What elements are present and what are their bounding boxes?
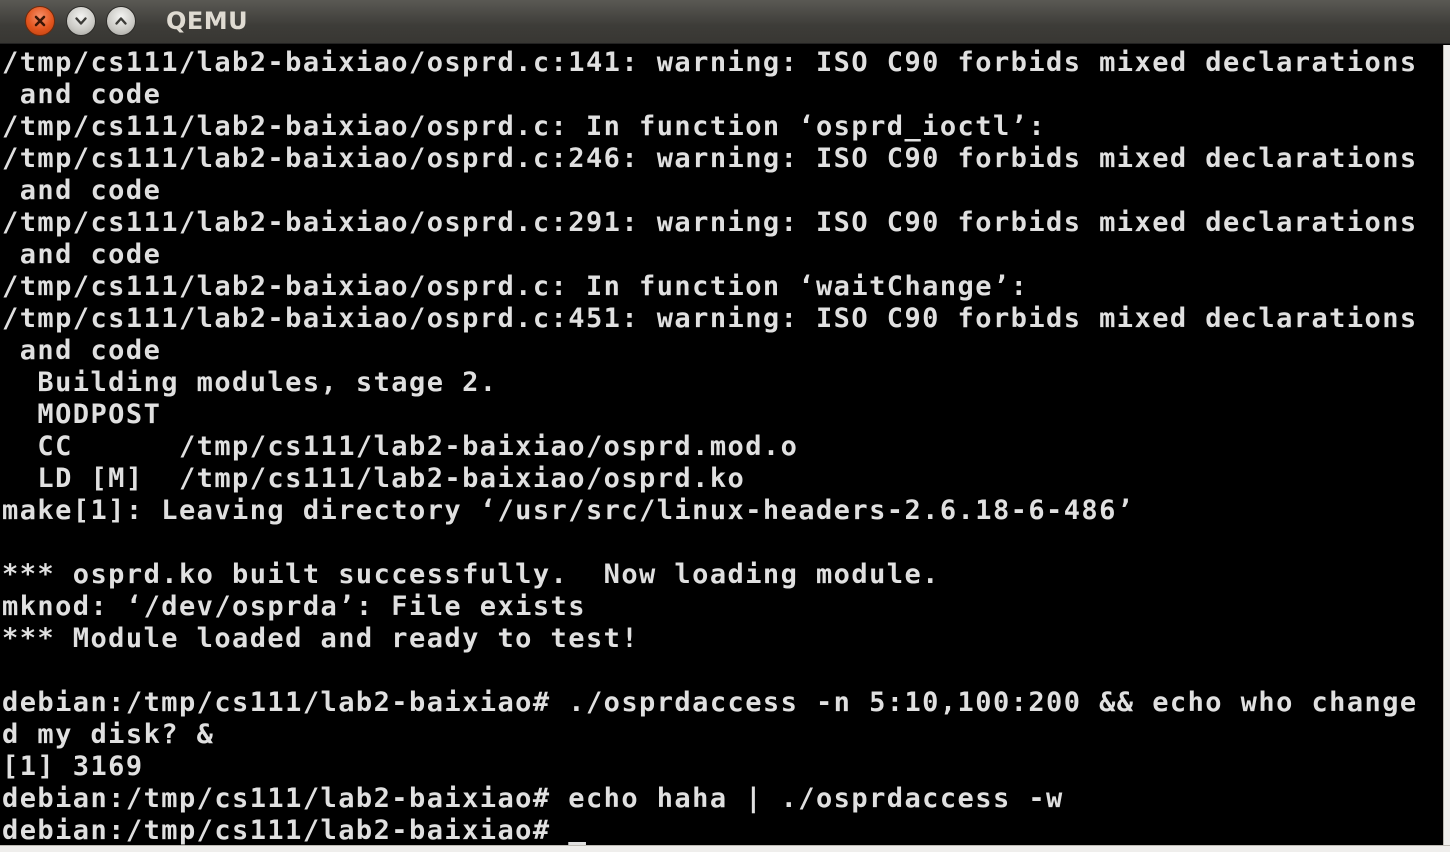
- minimize-button[interactable]: [66, 6, 96, 36]
- terminal-output: /tmp/cs111/lab2-baixiao/osprd.c:141: war…: [2, 47, 1418, 845]
- terminal-line: CC /tmp/cs111/lab2-baixiao/osprd.mod.o: [2, 431, 799, 462]
- terminal-line: /tmp/cs111/lab2-baixiao/osprd.c:141: war…: [2, 47, 1418, 78]
- terminal-line: MODPOST: [2, 399, 162, 430]
- terminal-line: and code: [2, 239, 162, 270]
- terminal-line: make[1]: Leaving directory ‘/usr/src/lin…: [2, 495, 1135, 526]
- terminal-line: [1] 3169: [2, 751, 144, 782]
- terminal-line: d my disk? &: [2, 719, 215, 750]
- terminal-line: debian:/tmp/cs111/lab2-baixiao# ./osprda…: [2, 687, 1418, 718]
- chevron-down-icon: [75, 17, 87, 25]
- terminal-line: *** Module loaded and ready to test!: [2, 623, 640, 654]
- terminal-line: and code: [2, 175, 162, 206]
- terminal-line: /tmp/cs111/lab2-baixiao/osprd.c: In func…: [2, 271, 1029, 302]
- terminal-line: Building modules, stage 2.: [2, 367, 498, 398]
- terminal-line: /tmp/cs111/lab2-baixiao/osprd.c:291: war…: [2, 207, 1418, 238]
- terminal-line: *** osprd.ko built successfully. Now loa…: [2, 559, 940, 590]
- terminal-line: LD [M] /tmp/cs111/lab2-baixiao/osprd.ko: [2, 463, 746, 494]
- text-cursor: [568, 815, 586, 845]
- window-right-border: [1443, 45, 1450, 852]
- terminal-line: /tmp/cs111/lab2-baixiao/osprd.c:451: war…: [2, 303, 1418, 334]
- terminal-line: mknod: ‘/dev/osprda’: File exists: [2, 591, 586, 622]
- title-bar[interactable]: QEMU: [0, 0, 1450, 44]
- command-prompt-line[interactable]: debian:/tmp/cs111/lab2-baixiao#: [2, 815, 1418, 845]
- terminal-line: and code: [2, 79, 162, 110]
- shell-prompt: debian:/tmp/cs111/lab2-baixiao#: [2, 815, 569, 845]
- maximize-button[interactable]: [106, 6, 136, 36]
- chevron-up-icon: [115, 17, 127, 25]
- window-bottom-border: [0, 845, 1450, 852]
- terminal-line: /tmp/cs111/lab2-baixiao/osprd.c:246: war…: [2, 143, 1418, 174]
- window-title: QEMU: [166, 7, 249, 35]
- terminal-line: and code: [2, 335, 162, 366]
- close-button[interactable]: [25, 6, 55, 36]
- terminal-line: debian:/tmp/cs111/lab2-baixiao# echo hah…: [2, 783, 1064, 814]
- close-icon: [34, 15, 46, 27]
- terminal-screen[interactable]: /tmp/cs111/lab2-baixiao/osprd.c:141: war…: [0, 45, 1443, 845]
- terminal-line: /tmp/cs111/lab2-baixiao/osprd.c: In func…: [2, 111, 1047, 142]
- qemu-window: QEMU /tmp/cs111/lab2-baixiao/osprd.c:141…: [0, 0, 1450, 852]
